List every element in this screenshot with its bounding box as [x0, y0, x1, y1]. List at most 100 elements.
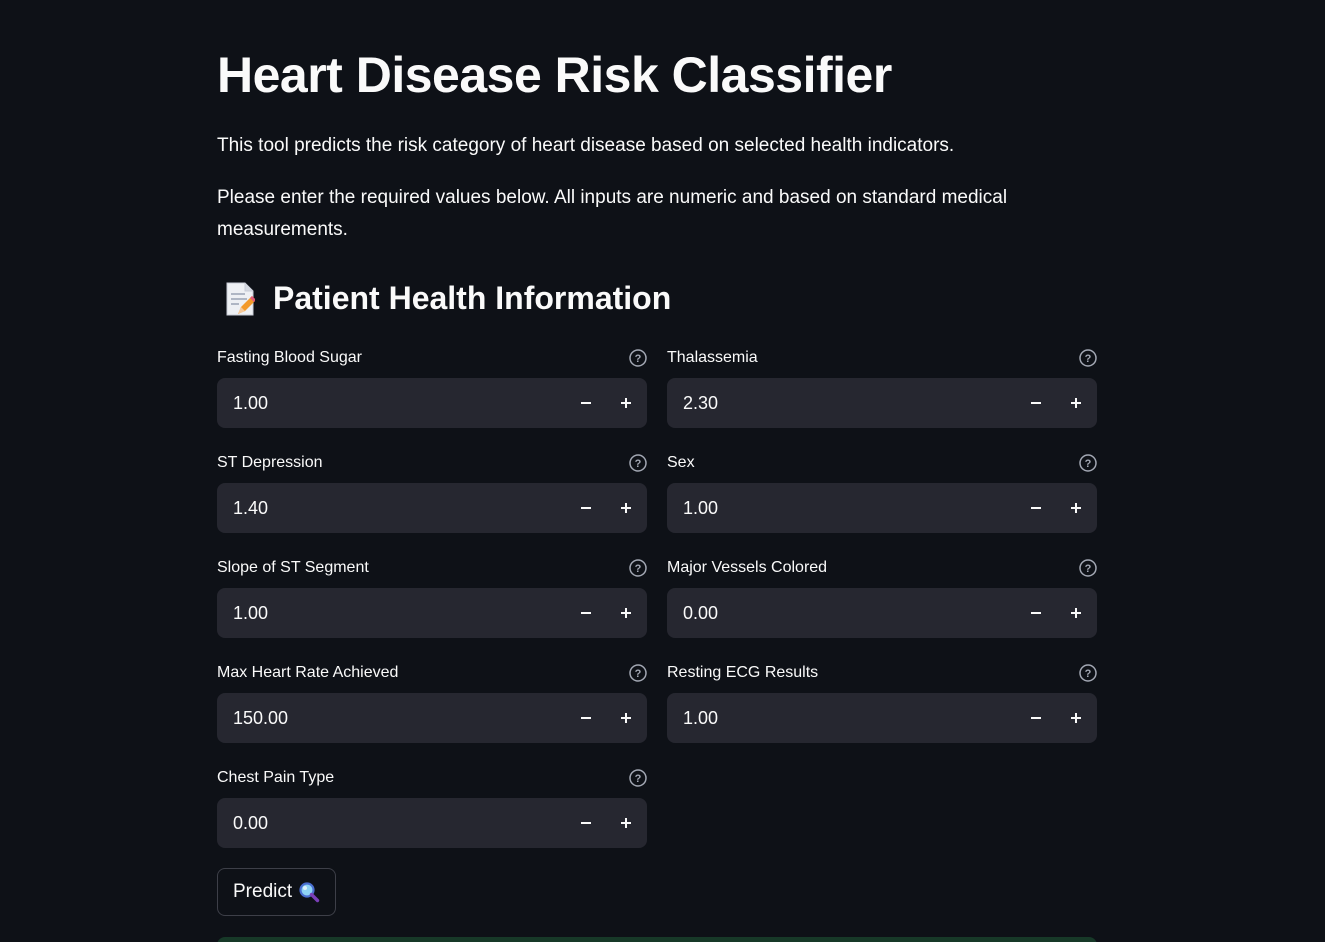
increment-button[interactable]	[606, 588, 646, 638]
st-depression-stepper	[217, 482, 647, 534]
chest-pain-type-input[interactable]	[217, 797, 566, 849]
plus-icon	[621, 503, 631, 513]
predict-button-label: Predict	[233, 881, 293, 902]
thalassemia-label: Thalassemia	[667, 349, 758, 366]
resting-ecg-stepper	[667, 692, 1097, 744]
svg-text:?: ?	[635, 773, 642, 785]
help-icon[interactable]: ?	[1079, 349, 1097, 367]
decrement-button[interactable]	[1016, 483, 1056, 533]
decrement-button[interactable]	[566, 483, 606, 533]
magnifying-glass-icon	[298, 881, 320, 903]
decrement-button[interactable]	[566, 798, 606, 848]
section-heading-text: Patient Health Information	[273, 280, 672, 316]
result-alert	[217, 937, 1097, 942]
minus-icon	[1031, 612, 1041, 614]
plus-icon	[1071, 713, 1081, 723]
slope-st-segment-stepper	[217, 587, 647, 639]
memo-icon	[225, 281, 255, 317]
decrement-button[interactable]	[1016, 693, 1056, 743]
thalassemia-stepper	[667, 377, 1097, 429]
plus-icon	[621, 818, 631, 828]
help-icon[interactable]: ?	[1079, 664, 1097, 682]
help-icon[interactable]: ?	[1079, 454, 1097, 472]
max-heart-rate-label: Max Heart Rate Achieved	[217, 664, 399, 681]
major-vessels-input[interactable]	[667, 587, 1016, 639]
plus-icon	[621, 398, 631, 408]
plus-icon	[621, 713, 631, 723]
decrement-button[interactable]	[1016, 588, 1056, 638]
chest-pain-type-label: Chest Pain Type	[217, 769, 335, 786]
minus-icon	[581, 717, 591, 719]
chest-pain-type-field: Chest Pain Type ?	[217, 768, 647, 858]
max-heart-rate-input[interactable]	[217, 692, 566, 744]
minus-icon	[581, 822, 591, 824]
help-icon[interactable]: ?	[629, 454, 647, 472]
fasting-blood-sugar-label: Fasting Blood Sugar	[217, 349, 362, 366]
svg-text:?: ?	[1085, 563, 1092, 575]
decrement-button[interactable]	[566, 588, 606, 638]
st-depression-input[interactable]	[217, 482, 566, 534]
intro-description: This tool predicts the risk category of …	[217, 135, 955, 156]
increment-button[interactable]	[606, 483, 646, 533]
plus-icon	[1071, 608, 1081, 618]
minus-icon	[1031, 507, 1041, 509]
app-page: Heart Disease Risk Classifier This tool …	[0, 0, 1325, 942]
increment-button[interactable]	[1056, 588, 1096, 638]
instructions-description: Please enter the required values below. …	[217, 187, 1008, 240]
svg-text:?: ?	[1085, 353, 1092, 365]
plus-icon	[621, 608, 631, 618]
svg-text:?: ?	[1085, 668, 1092, 680]
fasting-blood-sugar-input[interactable]	[217, 377, 566, 429]
minus-icon	[581, 507, 591, 509]
max-heart-rate-field: Max Heart Rate Achieved ?	[217, 663, 647, 753]
resting-ecg-input[interactable]	[667, 692, 1016, 744]
major-vessels-stepper	[667, 587, 1097, 639]
section-heading: Patient Health Information	[217, 280, 671, 317]
help-icon[interactable]: ?	[629, 664, 647, 682]
increment-button[interactable]	[1056, 693, 1096, 743]
page-title: Heart Disease Risk Classifier	[217, 47, 892, 103]
increment-button[interactable]	[606, 378, 646, 428]
svg-text:?: ?	[635, 668, 642, 680]
increment-button[interactable]	[1056, 378, 1096, 428]
svg-text:?: ?	[1085, 458, 1092, 470]
sex-stepper	[667, 482, 1097, 534]
thalassemia-input[interactable]	[667, 377, 1016, 429]
resting-ecg-label: Resting ECG Results	[667, 664, 819, 681]
help-icon[interactable]: ?	[629, 559, 647, 577]
sex-field: Sex ?	[667, 453, 1097, 543]
minus-icon	[1031, 402, 1041, 404]
help-icon[interactable]: ?	[1079, 559, 1097, 577]
plus-icon	[1071, 503, 1081, 513]
sex-input[interactable]	[667, 482, 1016, 534]
increment-button[interactable]	[1056, 483, 1096, 533]
slope-st-segment-field: Slope of ST Segment ?	[217, 558, 647, 648]
thalassemia-field: Thalassemia ?	[667, 348, 1097, 438]
slope-st-segment-label: Slope of ST Segment	[217, 559, 369, 576]
decrement-button[interactable]	[566, 693, 606, 743]
svg-text:?: ?	[635, 353, 642, 365]
resting-ecg-field: Resting ECG Results ?	[667, 663, 1097, 753]
decrement-button[interactable]	[566, 378, 606, 428]
minus-icon	[1031, 717, 1041, 719]
svg-text:?: ?	[635, 563, 642, 575]
st-depression-field: ST Depression ?	[217, 453, 647, 543]
major-vessels-field: Major Vessels Colored ?	[667, 558, 1097, 648]
fasting-blood-sugar-stepper	[217, 377, 647, 429]
plus-icon	[1071, 398, 1081, 408]
decrement-button[interactable]	[1016, 378, 1056, 428]
increment-button[interactable]	[606, 798, 646, 848]
svg-text:?: ?	[635, 458, 642, 470]
max-heart-rate-stepper	[217, 692, 647, 744]
sex-label: Sex	[667, 454, 695, 471]
fasting-blood-sugar-field: Fasting Blood Sugar ?	[217, 348, 647, 438]
st-depression-label: ST Depression	[217, 454, 323, 471]
predict-button[interactable]: Predict	[217, 868, 337, 916]
chest-pain-type-stepper	[217, 797, 647, 849]
increment-button[interactable]	[606, 693, 646, 743]
help-icon[interactable]: ?	[629, 349, 647, 367]
slope-st-segment-input[interactable]	[217, 587, 566, 639]
major-vessels-label: Major Vessels Colored	[667, 559, 828, 576]
minus-icon	[581, 402, 591, 404]
help-icon[interactable]: ?	[629, 769, 647, 787]
